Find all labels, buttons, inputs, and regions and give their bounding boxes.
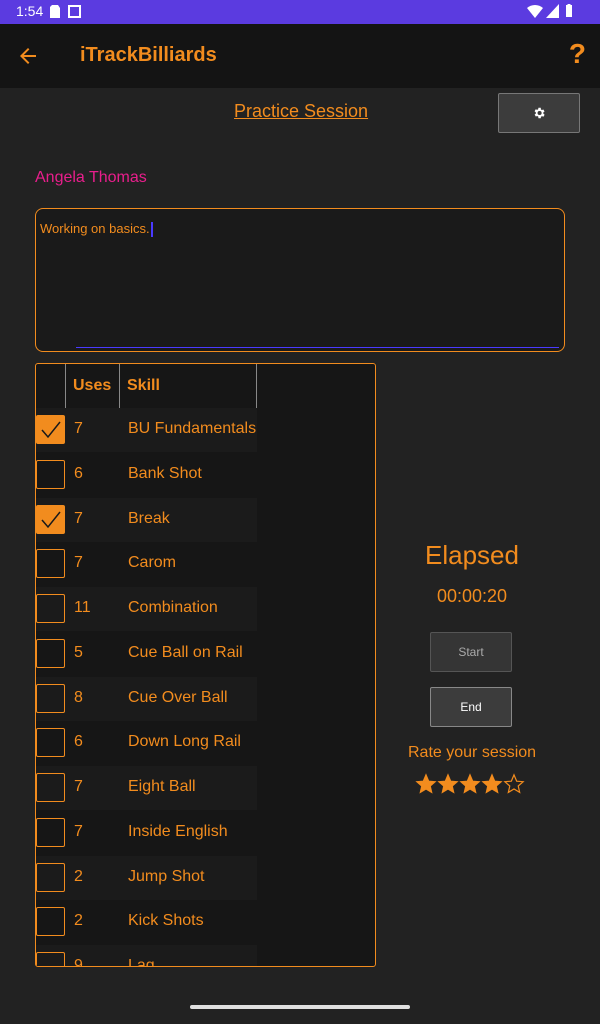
table-row[interactable]: 6 Down Long Rail [36, 721, 257, 765]
header-check-column [36, 364, 66, 408]
skill-uses: 2 [74, 912, 83, 930]
wifi-icon [527, 5, 543, 18]
signal-icon [546, 4, 559, 18]
skill-uses: 6 [74, 464, 83, 482]
table-row[interactable]: 7 Carom [36, 542, 257, 586]
skill-uses: 8 [74, 688, 83, 706]
status-bar: 1:54 [0, 0, 600, 24]
checkmark-icon [41, 421, 61, 439]
skill-checkbox[interactable] [36, 907, 65, 937]
skill-name: Eight Ball [128, 778, 196, 795]
skill-uses: 2 [74, 867, 83, 885]
settings-gear-icon [534, 107, 545, 119]
skill-name: Down Long Rail [128, 733, 241, 751]
table-row[interactable]: 2 Kick Shots [36, 900, 257, 944]
skill-uses: 9 [74, 957, 83, 967]
table-row[interactable]: 5 Cue Ball on Rail [36, 632, 257, 676]
settings-button[interactable] [498, 93, 580, 133]
elapsed-label: Elapsed [425, 540, 519, 570]
table-row[interactable]: 9 Lag [36, 945, 257, 967]
app-title: iTrackBilliards [80, 44, 217, 66]
skill-checkbox[interactable] [36, 952, 65, 966]
table-row[interactable]: 7 Eight Ball [36, 766, 257, 810]
start-button[interactable]: Start [430, 632, 512, 672]
back-arrow-icon[interactable] [16, 44, 40, 68]
skill-checkbox[interactable] [36, 817, 65, 847]
skill-name: Lag [128, 957, 155, 967]
skill-name: Break [128, 509, 170, 527]
skill-uses: 7 [74, 509, 83, 527]
notes-text: Working on basics. [40, 221, 150, 236]
skill-uses: 5 [74, 643, 83, 661]
skill-checkbox[interactable] [36, 728, 65, 758]
notes-underline [76, 347, 559, 348]
star-filled-icon[interactable] [459, 773, 481, 795]
skill-uses: 7 [74, 778, 83, 795]
skill-uses: 7 [74, 822, 83, 840]
status-time: 1:54 [16, 3, 44, 19]
notes-field[interactable]: Working on basics. [35, 208, 565, 352]
skill-name: Inside English [128, 822, 228, 840]
table-row[interactable]: 7 Inside English [36, 811, 257, 855]
table-row[interactable]: 6 Bank Shot [36, 453, 257, 497]
skill-checkbox[interactable] [36, 415, 65, 444]
skills-table[interactable]: Uses Skill 7 BU Fundamentals 6 Bank Shot 7 Br… [35, 363, 376, 967]
skill-name: Carom [128, 554, 177, 572]
skill-checkbox[interactable] [36, 549, 65, 579]
star-filled-icon[interactable] [437, 773, 459, 795]
elapsed-time: 00:00:20 [437, 586, 508, 606]
skill-checkbox[interactable] [36, 683, 65, 713]
app-bar: iTrackBilliards ? [0, 24, 600, 88]
table-row[interactable]: 2 Jump Shot [36, 855, 257, 900]
table-row[interactable]: 7 Break [36, 497, 257, 542]
skill-checkbox[interactable] [36, 594, 65, 623]
table-row[interactable]: 11 Combination [36, 587, 257, 631]
skill-checkbox[interactable] [36, 862, 65, 892]
skill-checkbox[interactable] [36, 459, 65, 489]
text-cursor [150, 222, 153, 238]
skill-name: Cue Over Ball [128, 688, 228, 706]
skill-uses: 11 [74, 599, 91, 616]
skill-name: Cue Ball on Rail [128, 643, 243, 661]
screenshot-icon [68, 5, 81, 18]
skills-table-header: Uses Skill [36, 364, 257, 409]
skill-name: BU Fundamentals [128, 420, 257, 437]
skill-checkbox[interactable] [36, 773, 65, 802]
page-title[interactable]: Practice Session [234, 101, 368, 122]
skill-uses: 7 [74, 554, 83, 572]
help-icon[interactable]: ? [569, 38, 586, 70]
skill-name: Bank Shot [128, 464, 202, 482]
home-indicator[interactable] [190, 1005, 410, 1009]
table-row[interactable]: 7 BU Fundamentals [36, 408, 257, 452]
table-row[interactable]: 8 Cue Over Ball [36, 676, 257, 721]
skill-checkbox[interactable] [36, 504, 65, 534]
skill-uses: 7 [74, 420, 83, 437]
header-uses[interactable]: Uses [66, 364, 120, 408]
star-empty-icon[interactable] [503, 773, 525, 795]
rating-stars[interactable] [415, 773, 525, 795]
checkmark-icon [41, 511, 61, 528]
star-filled-icon[interactable] [415, 773, 437, 795]
skill-name: Combination [128, 599, 218, 616]
skill-name: Jump Shot [128, 867, 205, 885]
header-skill[interactable]: Skill [120, 364, 257, 408]
skill-name: Kick Shots [128, 912, 204, 930]
battery-icon [566, 4, 572, 17]
end-button[interactable]: End [430, 687, 512, 727]
skill-uses: 6 [74, 733, 83, 751]
rating-label: Rate your session [408, 744, 537, 761]
student-name: Angela Thomas [35, 169, 147, 186]
skill-checkbox[interactable] [36, 638, 65, 668]
star-filled-icon[interactable] [481, 773, 503, 795]
sd-card-icon [50, 5, 60, 18]
